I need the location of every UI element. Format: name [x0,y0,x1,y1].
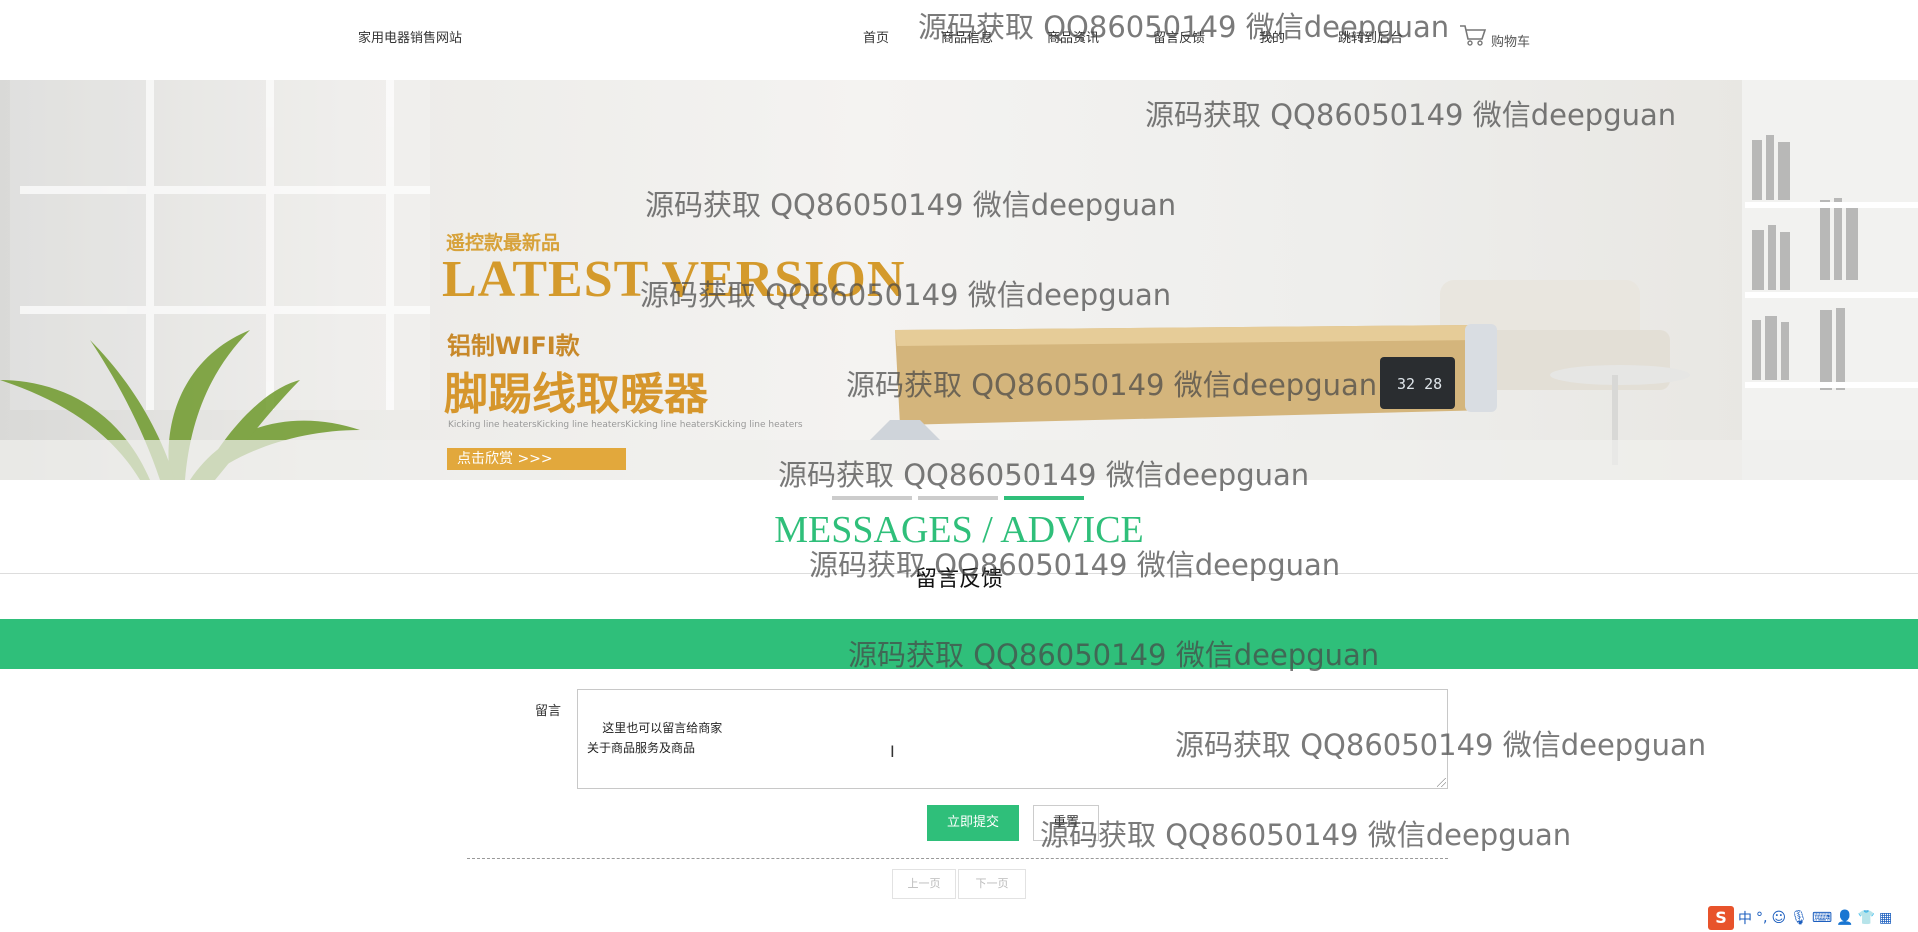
reset-button[interactable]: 重置 [1033,805,1099,841]
microphone-icon[interactable]: 🎙 [1790,910,1808,926]
keyboard-icon[interactable]: ⌨ [1812,910,1832,926]
mouse-text-cursor-icon: I [890,742,895,761]
grid-menu-icon[interactable]: ▦ [1879,910,1892,926]
banner-headline: LATEST VERSION [442,251,906,308]
nav-item-feedback[interactable]: 留言反馈 [1153,27,1205,46]
dotted-divider [467,858,1448,859]
cart-icon [1458,22,1488,52]
ime-logo-icon[interactable]: S [1708,906,1734,930]
hero-banner[interactable]: 32 28 遥控款最新品 LATEST VERSION 铝制WIFI款 脚踢线取… [0,80,1918,480]
submit-button[interactable]: 立即提交 [927,805,1019,841]
banner-subtitle-2: 脚踢线取暖器 [444,369,708,420]
nav-item-mine[interactable]: 我的 [1259,27,1285,46]
green-band [0,619,1918,669]
nav-item-home[interactable]: 首页 [863,27,889,46]
skin-icon[interactable]: 👕 [1858,910,1875,926]
carousel-dot-1[interactable] [832,496,912,500]
banner-illustration: 32 28 [0,80,1918,480]
site-title[interactable]: 家用电器销售网站 [358,27,462,46]
next-page-button[interactable]: 下一页 [958,869,1026,899]
banner-fine-print: Kicking line heatersKicking line heaters… [448,420,803,430]
nav-item-news[interactable]: 商品资讯 [1047,27,1099,46]
heater-display-value: 32 28 [1397,375,1442,393]
ime-mode[interactable]: 中 [1738,908,1752,928]
section-title-cn: 留言反馈 [914,567,1003,592]
cart-link[interactable]: 购物车 [1458,22,1530,52]
banner-subtitle-1: 铝制WIFI款 [447,332,580,360]
emoji-icon[interactable]: ☺ [1771,910,1786,926]
carousel-dot-2[interactable] [918,496,998,500]
ime-toolbar[interactable]: S 中 °, ☺ 🎙 ⌨ 👤 👕 ▦ [1708,906,1892,930]
user-icon[interactable]: 👤 [1836,910,1853,926]
nav-item-admin[interactable]: 跳转到后台 [1338,27,1403,46]
page: 家用电器销售网站 首页 商品信息 商品资讯 留言反馈 我的 跳转到后台 购物车 [0,0,1918,932]
top-header: 家用电器销售网站 首页 商品信息 商品资讯 留言反馈 我的 跳转到后台 购物车 [0,0,1918,80]
carousel-dot-3[interactable] [1004,496,1084,500]
watermark: 源码获取 QQ86050149 微信deepguan [1040,818,1572,852]
section-title-en: MESSAGES / ADVICE [774,509,1144,551]
banner-cta-button[interactable]: 点击欣赏 >>> [447,448,626,470]
message-textarea[interactable]: 这里也可以留言给商家 关于商品服务及商品 [577,689,1448,789]
prev-page-button[interactable]: 上一页 [892,869,956,899]
resize-grip[interactable] [1437,778,1446,787]
nav-item-products[interactable]: 商品信息 [941,27,993,46]
message-textarea-value: 这里也可以留言给商家 关于商品服务及商品 [587,721,723,755]
message-label: 留言 [535,704,562,719]
ime-punctuation[interactable]: °, [1756,910,1767,926]
cart-label: 购物车 [1491,34,1531,50]
